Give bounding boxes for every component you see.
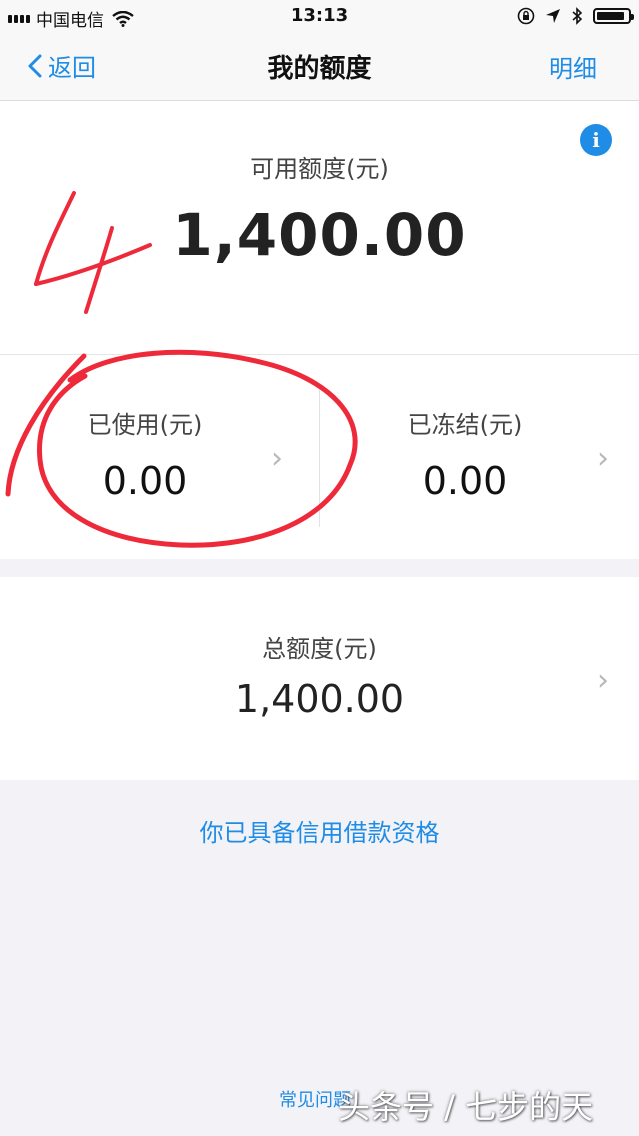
location-arrow-icon [546, 9, 560, 23]
eligibility-link[interactable]: 你已具备信用借款资格 [0, 813, 639, 848]
total-credit-section[interactable]: 总额度(元) 1,400.00 › [0, 577, 639, 780]
battery-level-fill [597, 12, 624, 20]
total-credit-label: 总额度(元) [262, 635, 377, 663]
status-right [517, 7, 634, 25]
bluetooth-icon [572, 7, 583, 25]
available-credit-label: 可用额度(元) [250, 155, 389, 183]
used-frozen-row: 已使用(元) 0.00 › 已冻结(元) 0.00 › [0, 355, 639, 559]
frozen-credit-cell[interactable]: 已冻结(元) 0.00 › [320, 355, 639, 559]
frozen-credit-amount: 0.00 [422, 459, 508, 503]
battery-icon [593, 8, 634, 24]
detail-button[interactable]: 明细 [549, 49, 597, 84]
watermark: 头条号 / 七步的天 [338, 1088, 594, 1126]
chevron-right-icon: › [271, 441, 283, 476]
chevron-right-icon: › [597, 441, 609, 476]
available-credit-section: i 可用额度(元) 1,400.00 [0, 101, 639, 355]
page-title: 我的额度 [267, 54, 372, 84]
available-credit-amount: 1,400.00 [172, 201, 467, 269]
status-bar: 中国电信 13:13 [0, 0, 639, 34]
total-credit-amount: 1,400.00 [234, 677, 405, 721]
navigation-bar: 返回 我的额度 明细 [0, 34, 639, 101]
used-credit-cell[interactable]: 已使用(元) 0.00 › [0, 355, 319, 559]
chevron-right-icon: › [597, 663, 609, 698]
used-credit-label: 已使用(元) [87, 411, 203, 439]
frozen-credit-label: 已冻结(元) [407, 411, 523, 439]
orientation-lock-icon [517, 7, 535, 25]
used-credit-amount: 0.00 [102, 459, 188, 503]
